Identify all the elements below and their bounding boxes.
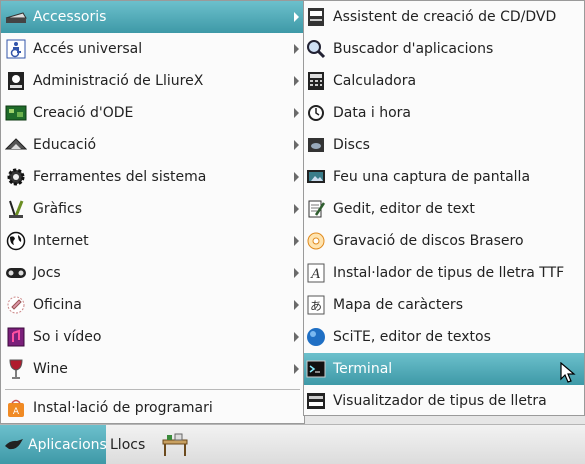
submenu-item-brasero[interactable]: Gravació de discos Brasero: [304, 225, 584, 257]
submenu-item-cd-dvd[interactable]: Assistent de creació de CD/DVD: [304, 1, 584, 33]
wine-icon: [5, 358, 27, 380]
submenu-item-font-viewer[interactable]: Visualitzador de tipus de lletra: [304, 385, 584, 417]
clock-icon: [305, 102, 327, 124]
office-icon: [5, 294, 27, 316]
scite-icon: [305, 326, 327, 348]
submenu-item-gedit[interactable]: Gedit, editor de text: [304, 193, 584, 225]
places-button[interactable]: Llocs: [110, 425, 152, 464]
svg-text:あ: あ: [310, 299, 322, 313]
submenu-item-mapa-caracters[interactable]: あ Mapa de caràcters: [304, 289, 584, 321]
scanner-icon: [5, 6, 27, 28]
submenu-item-buscador[interactable]: Buscador d'aplicacions: [304, 33, 584, 65]
menu-item-installacio-programari[interactable]: A Instal·lació de programari: [1, 392, 304, 424]
applications-menu: Accessoris Accés universal Administració…: [0, 0, 305, 424]
menu-item-administracio[interactable]: Administració de LliureX: [1, 65, 304, 97]
submenu-item-scite[interactable]: SciTE, editor de textos: [304, 321, 584, 353]
applications-logo-icon: [4, 438, 24, 452]
menu-item-creacio-ode[interactable]: Creació d'ODE: [1, 97, 304, 129]
disk-icon: [305, 134, 327, 156]
font-icon: A: [305, 262, 327, 284]
menu-item-so-video[interactable]: So i vídeo: [1, 321, 304, 353]
menu-item-educacio[interactable]: Educació: [1, 129, 304, 161]
font-viewer-icon: [305, 390, 327, 412]
submenu-item-terminal[interactable]: Terminal: [304, 353, 584, 385]
calculator-icon: [305, 70, 327, 92]
chevron-right-icon: [294, 236, 299, 246]
submenu-item-data-hora[interactable]: Data i hora: [304, 97, 584, 129]
desk-launcher-button[interactable]: [156, 425, 194, 464]
submenu-item-discs[interactable]: Discs: [304, 129, 584, 161]
chevron-right-icon: [294, 300, 299, 310]
chevron-right-icon: [294, 364, 299, 374]
gamepad-icon: [5, 262, 27, 284]
applications-button[interactable]: Aplicacions: [0, 425, 107, 464]
cd-writer-icon: [305, 6, 327, 28]
chevron-right-icon: [294, 44, 299, 54]
menu-item-acces-universal[interactable]: Accés universal: [1, 33, 304, 65]
submenu-item-calculadora[interactable]: Calculadora: [304, 65, 584, 97]
text-editor-icon: [305, 198, 327, 220]
chevron-right-icon: [294, 204, 299, 214]
gear-icon: [5, 166, 27, 188]
screenshot-icon: [305, 166, 327, 188]
chevron-right-icon: [294, 76, 299, 86]
ode-icon: [5, 102, 27, 124]
education-icon: [5, 134, 27, 156]
multimedia-icon: [5, 326, 27, 348]
chevron-right-icon: [294, 268, 299, 278]
installer-icon: A: [5, 397, 27, 419]
chevron-right-icon: [294, 172, 299, 182]
svg-text:A: A: [13, 407, 20, 417]
svg-text:A: A: [310, 267, 320, 282]
chevron-right-icon: [294, 12, 299, 22]
submenu-item-captura[interactable]: Feu una captura de pantalla: [304, 161, 584, 193]
menu-item-accessoris[interactable]: Accessoris: [1, 1, 304, 33]
chevron-right-icon: [294, 140, 299, 150]
globe-icon: [5, 230, 27, 252]
menu-item-oficina[interactable]: Oficina: [1, 289, 304, 321]
graphics-icon: [5, 198, 27, 220]
submenu-item-ttf-installer[interactable]: A Instal·lador de tipus de lletra TTF: [304, 257, 584, 289]
menu-separator: [5, 389, 300, 390]
desk-icon: [161, 432, 189, 458]
bottom-panel: Aplicacions Llocs: [0, 424, 585, 464]
menu-item-grafics[interactable]: Gràfics: [1, 193, 304, 225]
brasero-icon: [305, 230, 327, 252]
menu-item-wine[interactable]: Wine: [1, 353, 304, 385]
chevron-right-icon: [294, 332, 299, 342]
accessories-submenu: Assistent de creació de CD/DVD Buscador …: [303, 0, 585, 416]
magnifier-icon: [305, 38, 327, 60]
admin-icon: [5, 70, 27, 92]
character-map-icon: あ: [305, 294, 327, 316]
chevron-right-icon: [294, 108, 299, 118]
menu-item-ferramentes[interactable]: Ferramentes del sistema: [1, 161, 304, 193]
menu-item-internet[interactable]: Internet: [1, 225, 304, 257]
mouse-cursor-icon: [560, 362, 576, 383]
menu-item-jocs[interactable]: Jocs: [1, 257, 304, 289]
terminal-icon: [305, 358, 327, 380]
accessibility-icon: [5, 38, 27, 60]
